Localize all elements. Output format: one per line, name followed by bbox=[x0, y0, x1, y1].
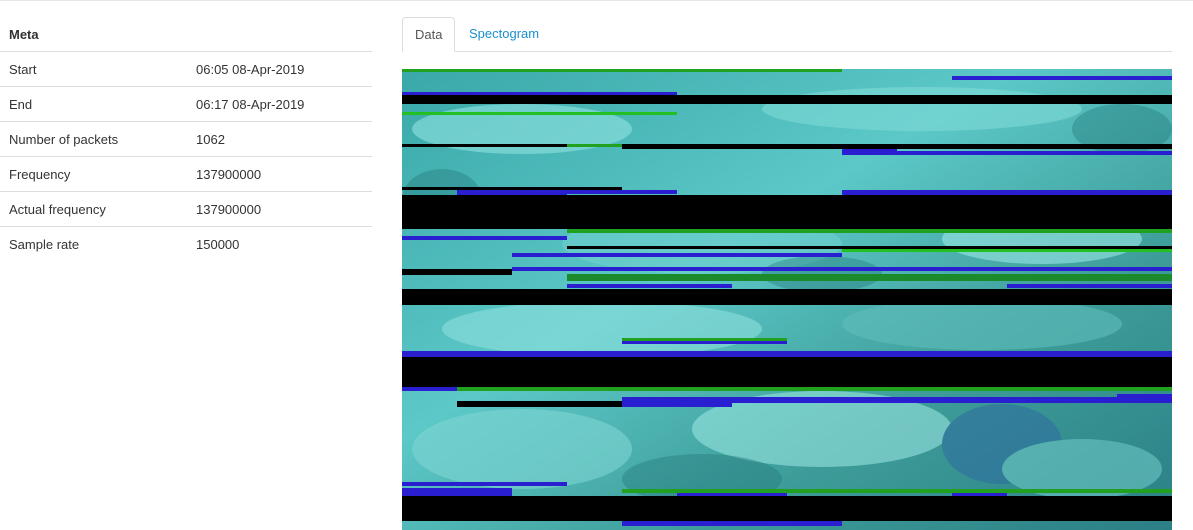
meta-value: 150000 bbox=[196, 236, 240, 252]
meta-value: 137900000 bbox=[196, 201, 262, 217]
meta-row-packets: Number of packets 1062 bbox=[0, 122, 372, 157]
meta-value: 1062 bbox=[196, 131, 225, 147]
decoded-satellite-image bbox=[402, 69, 1172, 530]
meta-label: Number of packets bbox=[9, 131, 119, 147]
meta-header: Meta bbox=[0, 17, 372, 52]
meta-row-frequency: Frequency 137900000 bbox=[0, 157, 372, 192]
meta-row-start: Start 06:05 08-Apr-2019 bbox=[0, 52, 372, 87]
meta-value: 137900000 bbox=[196, 166, 262, 182]
top-divider bbox=[0, 0, 1193, 1]
meta-label: Actual frequency bbox=[9, 201, 106, 217]
meta-value: 06:05 08-Apr-2019 bbox=[196, 61, 305, 77]
meta-table: Meta Start 06:05 08-Apr-2019 End 06:17 0… bbox=[0, 17, 372, 261]
meta-label: Sample rate bbox=[9, 236, 80, 252]
meta-value: 06:17 08-Apr-2019 bbox=[196, 96, 305, 112]
tab-data[interactable]: Data bbox=[402, 17, 455, 52]
satellite-image-canvas bbox=[402, 69, 1172, 530]
tab-bar: Data Spectogram bbox=[402, 17, 1172, 52]
meta-label: End bbox=[9, 96, 33, 112]
meta-row-sample-rate: Sample rate 150000 bbox=[0, 227, 372, 261]
meta-label: Start bbox=[9, 61, 37, 77]
meta-row-actual-frequency: Actual frequency 137900000 bbox=[0, 192, 372, 227]
meta-row-end: End 06:17 08-Apr-2019 bbox=[0, 87, 372, 122]
meta-title: Meta bbox=[9, 26, 39, 42]
tab-spectogram[interactable]: Spectogram bbox=[457, 17, 551, 51]
meta-label: Frequency bbox=[9, 166, 71, 182]
